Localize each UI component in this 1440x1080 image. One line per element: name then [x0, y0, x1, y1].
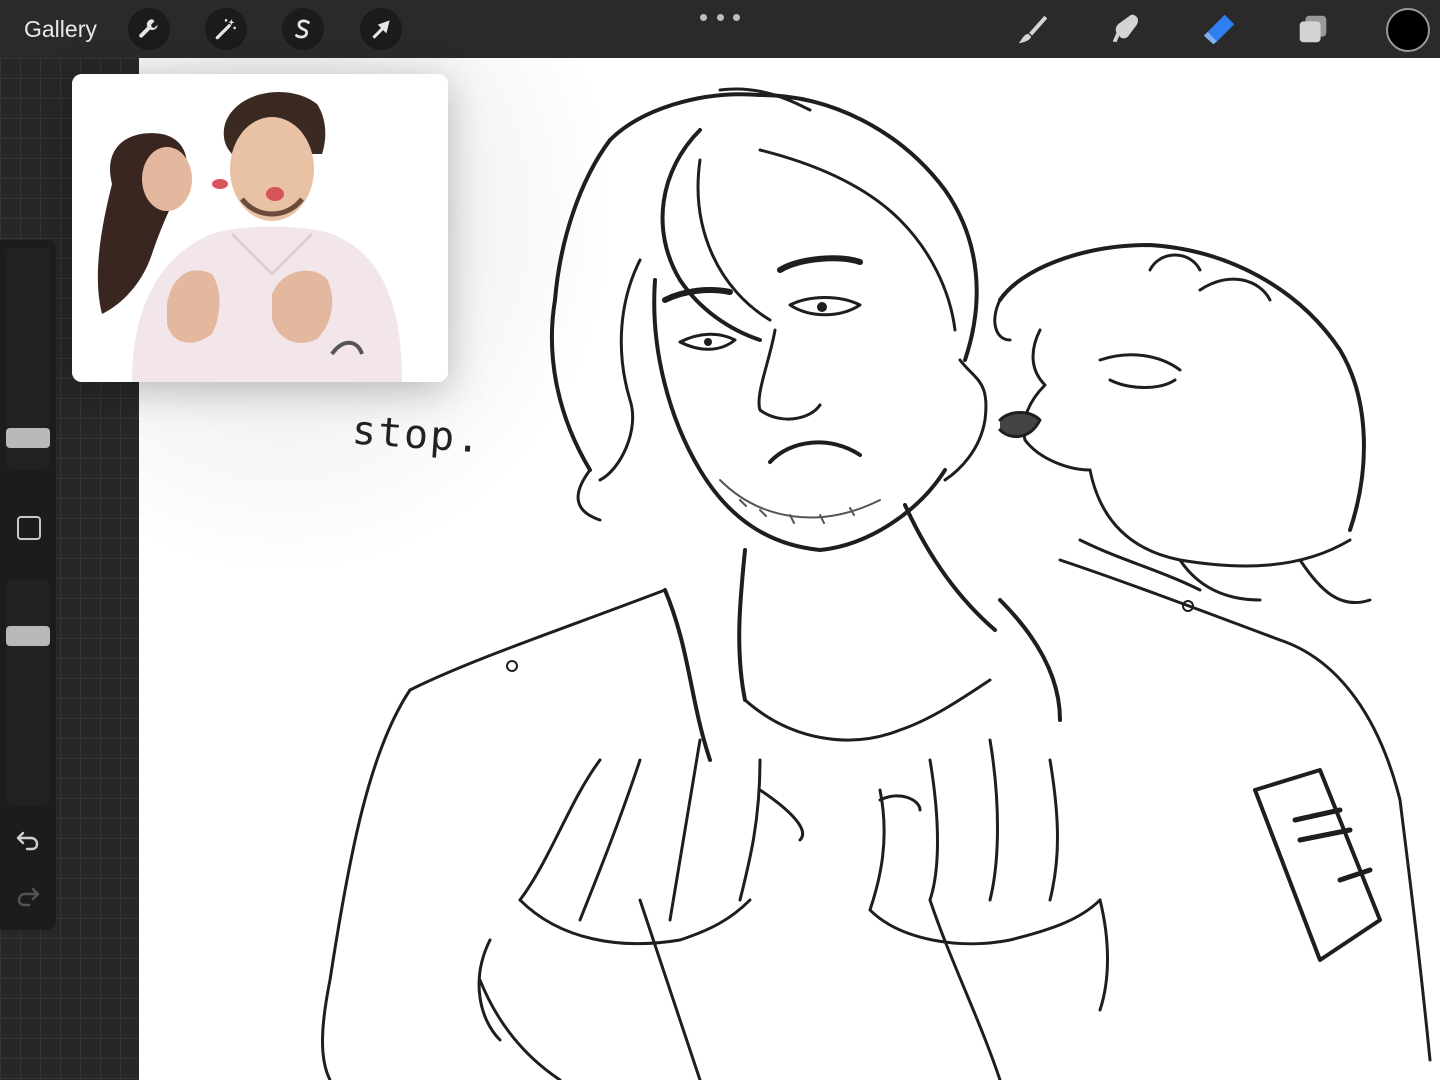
reference-window[interactable]	[72, 74, 448, 382]
redo-icon	[17, 887, 40, 907]
opacity-thumb[interactable]	[6, 626, 50, 646]
modify-button[interactable]	[17, 516, 41, 540]
reference-photo	[72, 74, 448, 382]
brush-size-thumb[interactable]	[6, 428, 50, 448]
brush-sidebar	[0, 240, 56, 930]
opacity-slider[interactable]	[6, 580, 50, 806]
redo-button[interactable]	[14, 882, 42, 910]
undo-button[interactable]	[14, 826, 42, 854]
undo-icon	[16, 831, 39, 851]
handwritten-stop-text: stop.	[350, 407, 484, 463]
